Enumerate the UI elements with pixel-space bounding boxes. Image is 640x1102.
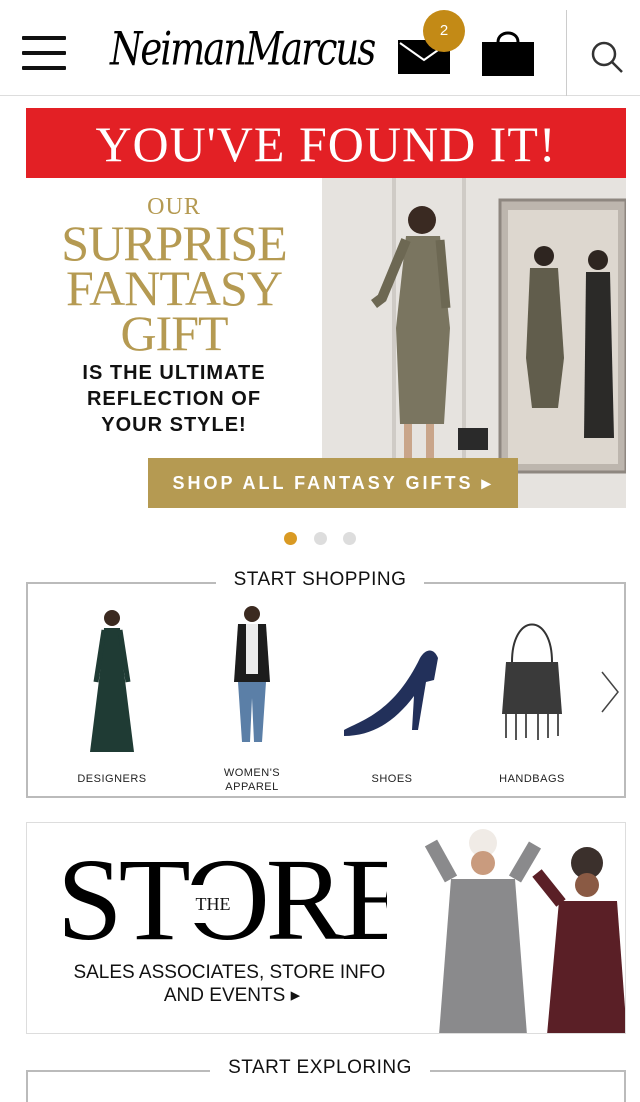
category-shoes[interactable]: SHOES xyxy=(322,594,462,794)
store-events-link[interactable]: AND EVENTS ▸ xyxy=(47,984,417,1007)
designers-gown-image xyxy=(90,610,134,752)
category-label-designers: DESIGNERS xyxy=(77,773,147,785)
category-handbags[interactable]: HANDBAGS xyxy=(462,594,602,794)
chevron-right-icon[interactable] xyxy=(598,668,622,716)
category-label-apparel: APPAREL xyxy=(225,781,279,793)
category-label-handbags: HANDBAGS xyxy=(499,773,565,785)
store-description: SALES ASSOCIATES, STORE INFO, AND EVENTS… xyxy=(47,961,417,1007)
shop-all-fantasy-gifts-button[interactable]: SHOP ALL FANTASY GIFTS ▸ xyxy=(148,458,518,508)
hero-tagline-3: YOUR STYLE! xyxy=(101,414,247,436)
category-designers[interactable]: DESIGNERS xyxy=(42,594,182,794)
start-shopping-section: DESIGNERS WOMEN'S APPAREL SHOES HANDBAGS xyxy=(26,582,626,798)
womens-apparel-image xyxy=(234,606,270,742)
notification-badge[interactable]: 2 xyxy=(423,10,465,52)
hero-headline-3: GIFT xyxy=(120,305,228,361)
shopping-bag-icon[interactable] xyxy=(482,28,534,76)
header-divider xyxy=(566,10,567,96)
store-text-line-1: SALES ASSOCIATES, STORE INFO, xyxy=(73,962,391,983)
carousel-dot-2[interactable] xyxy=(313,532,327,545)
the-store-banner[interactable]: STORE THE SALES ASSOCIATES, STORE INFO, … xyxy=(26,822,626,1034)
menu-icon[interactable] xyxy=(22,36,66,70)
category-label-womens: WOMEN'S xyxy=(223,767,281,779)
store-the-label: THE xyxy=(187,885,239,923)
store-models-photo xyxy=(387,823,625,1033)
hero-promo-banner[interactable]: YOU'VE FOUND IT! OUR SURPRISE FANTASY GI… xyxy=(26,108,626,508)
neiman-marcus-logo[interactable]: NeimanMarcus xyxy=(110,22,376,76)
handbags-image xyxy=(502,623,562,740)
start-shopping-title: START SHOPPING xyxy=(0,569,640,591)
hero-headline-banner: YOU'VE FOUND IT! xyxy=(26,108,626,178)
category-womens-apparel[interactable]: WOMEN'S APPAREL xyxy=(182,594,322,794)
carousel-dots xyxy=(0,532,640,546)
search-icon[interactable] xyxy=(590,40,624,74)
top-header: NeimanMarcus 2 xyxy=(0,0,640,96)
carousel-dot-1[interactable] xyxy=(284,532,298,545)
hero-tagline-1: IS THE ULTIMATE xyxy=(82,362,266,384)
category-label-shoes: SHOES xyxy=(371,773,413,785)
shoes-pump-image xyxy=(344,650,438,736)
carousel-dot-3[interactable] xyxy=(342,532,356,545)
start-exploring-title: START EXPLORING xyxy=(0,1057,640,1079)
hero-tagline-2: REFLECTION OF xyxy=(86,388,262,410)
